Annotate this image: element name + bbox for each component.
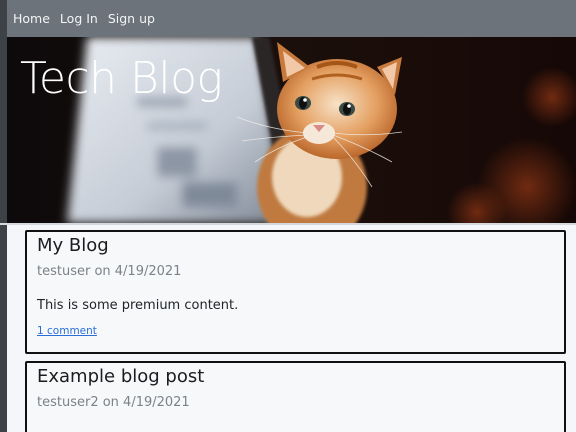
top-navbar: Home Log In Sign up	[7, 0, 576, 37]
hero-divider	[0, 223, 576, 225]
left-edge-bar	[0, 0, 7, 432]
post-meta: testuser on 4/19/2021	[37, 264, 182, 279]
post-meta: testuser2 on 4/19/2021	[37, 395, 190, 410]
post-title[interactable]: My Blog	[37, 234, 554, 258]
nav-home-link[interactable]: Home	[13, 11, 50, 26]
post-card: My Blog testuser on 4/19/2021 This is so…	[25, 230, 566, 354]
post-title[interactable]: Example blog post	[37, 365, 554, 389]
nav-login-link[interactable]: Log In	[60, 11, 98, 26]
post-card: Example blog post testuser2 on 4/19/2021	[25, 361, 566, 432]
post-list: My Blog testuser on 4/19/2021 This is so…	[25, 230, 566, 432]
hero-banner: Tech Blog	[7, 37, 576, 223]
nav-signup-link[interactable]: Sign up	[108, 11, 155, 26]
post-content: This is some premium content.	[37, 298, 239, 313]
comments-link[interactable]: 1 comment	[37, 325, 97, 337]
page: Home Log In Sign up Tech Blog My Blog te…	[0, 0, 576, 432]
site-title: Tech Blog	[20, 53, 223, 104]
